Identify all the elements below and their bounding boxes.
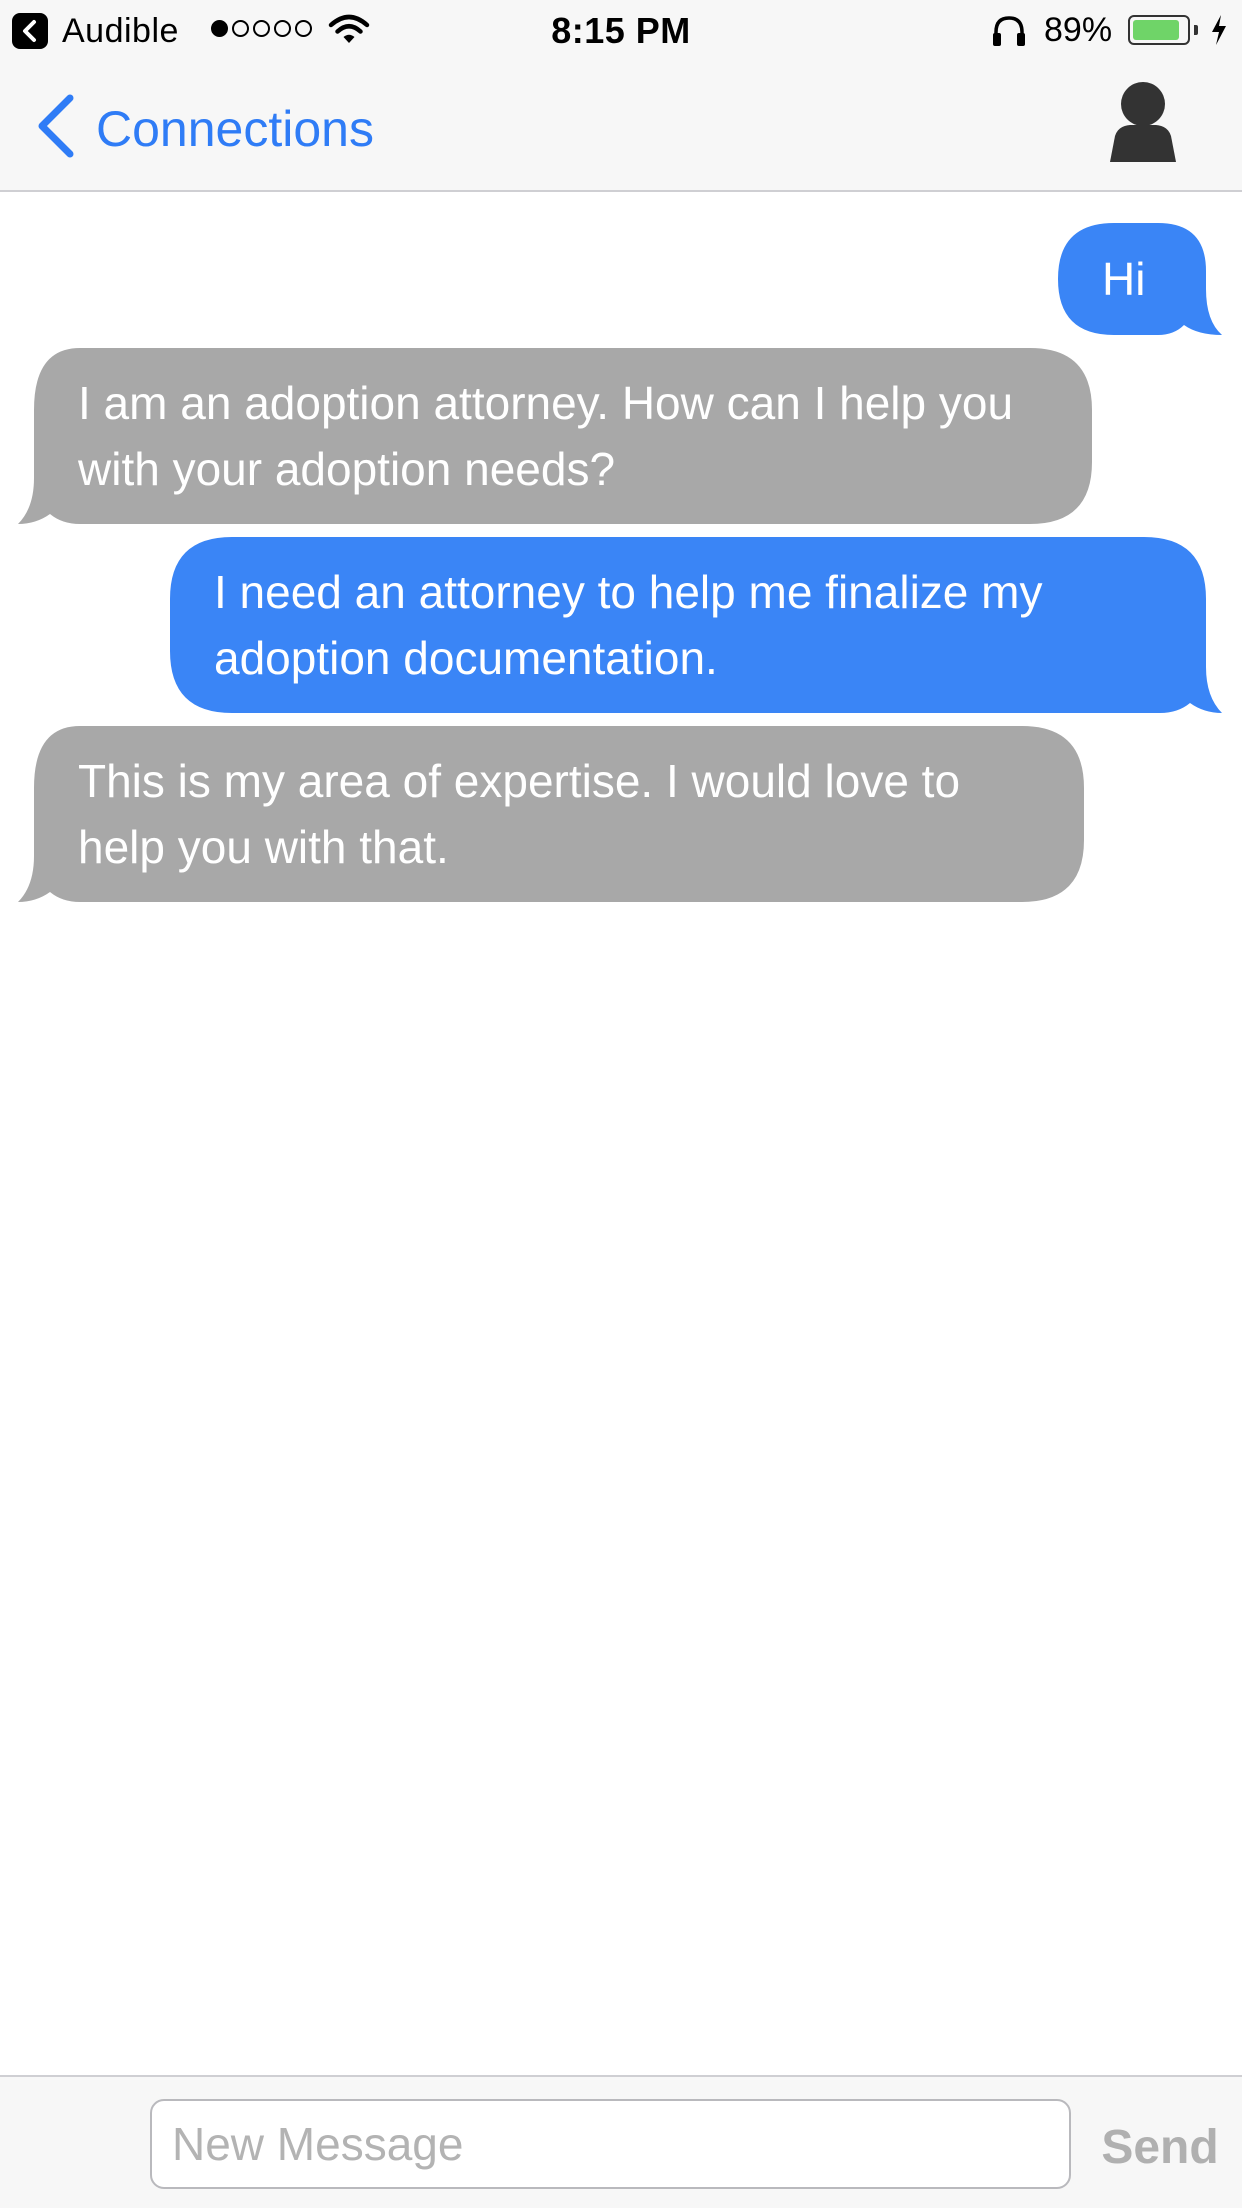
back-button[interactable]: Connections <box>36 94 374 163</box>
message-bubble-outgoing[interactable]: I need an attorney to help me finalize m… <box>170 537 1222 715</box>
status-bar: Audible 8:15 PM 89% <box>0 0 1242 62</box>
message-text: I need an attorney to help me finalize m… <box>214 566 1043 684</box>
message-bubble-outgoing[interactable]: Hi <box>1058 223 1222 337</box>
battery-icon <box>1128 15 1198 45</box>
person-avatar-icon[interactable] <box>1106 80 1180 164</box>
compose-bar: Send <box>0 2075 1242 2208</box>
chevron-left-icon <box>36 94 76 163</box>
battery-percentage: 89% <box>1044 11 1113 49</box>
new-message-input[interactable] <box>150 2099 1071 2189</box>
messaging-screen: Audible 8:15 PM 89% Connections Hi I am … <box>0 0 1242 2208</box>
headphones-icon <box>990 14 1028 53</box>
message-text: This is my area of expertise. I would lo… <box>78 755 961 873</box>
message-text: Hi <box>1102 253 1146 305</box>
back-button-label: Connections <box>96 100 374 157</box>
battery-level-fill <box>1133 20 1180 40</box>
message-text: I am an adoption attorney. How can I hel… <box>78 377 1014 495</box>
message-bubble-incoming[interactable]: This is my area of expertise. I would lo… <box>18 726 1084 904</box>
charging-bolt-icon <box>1210 14 1228 51</box>
navigation-bar: Connections <box>0 62 1242 192</box>
message-bubble-incoming[interactable]: I am an adoption attorney. How can I hel… <box>18 348 1092 526</box>
send-button[interactable]: Send <box>1090 2107 1230 2187</box>
